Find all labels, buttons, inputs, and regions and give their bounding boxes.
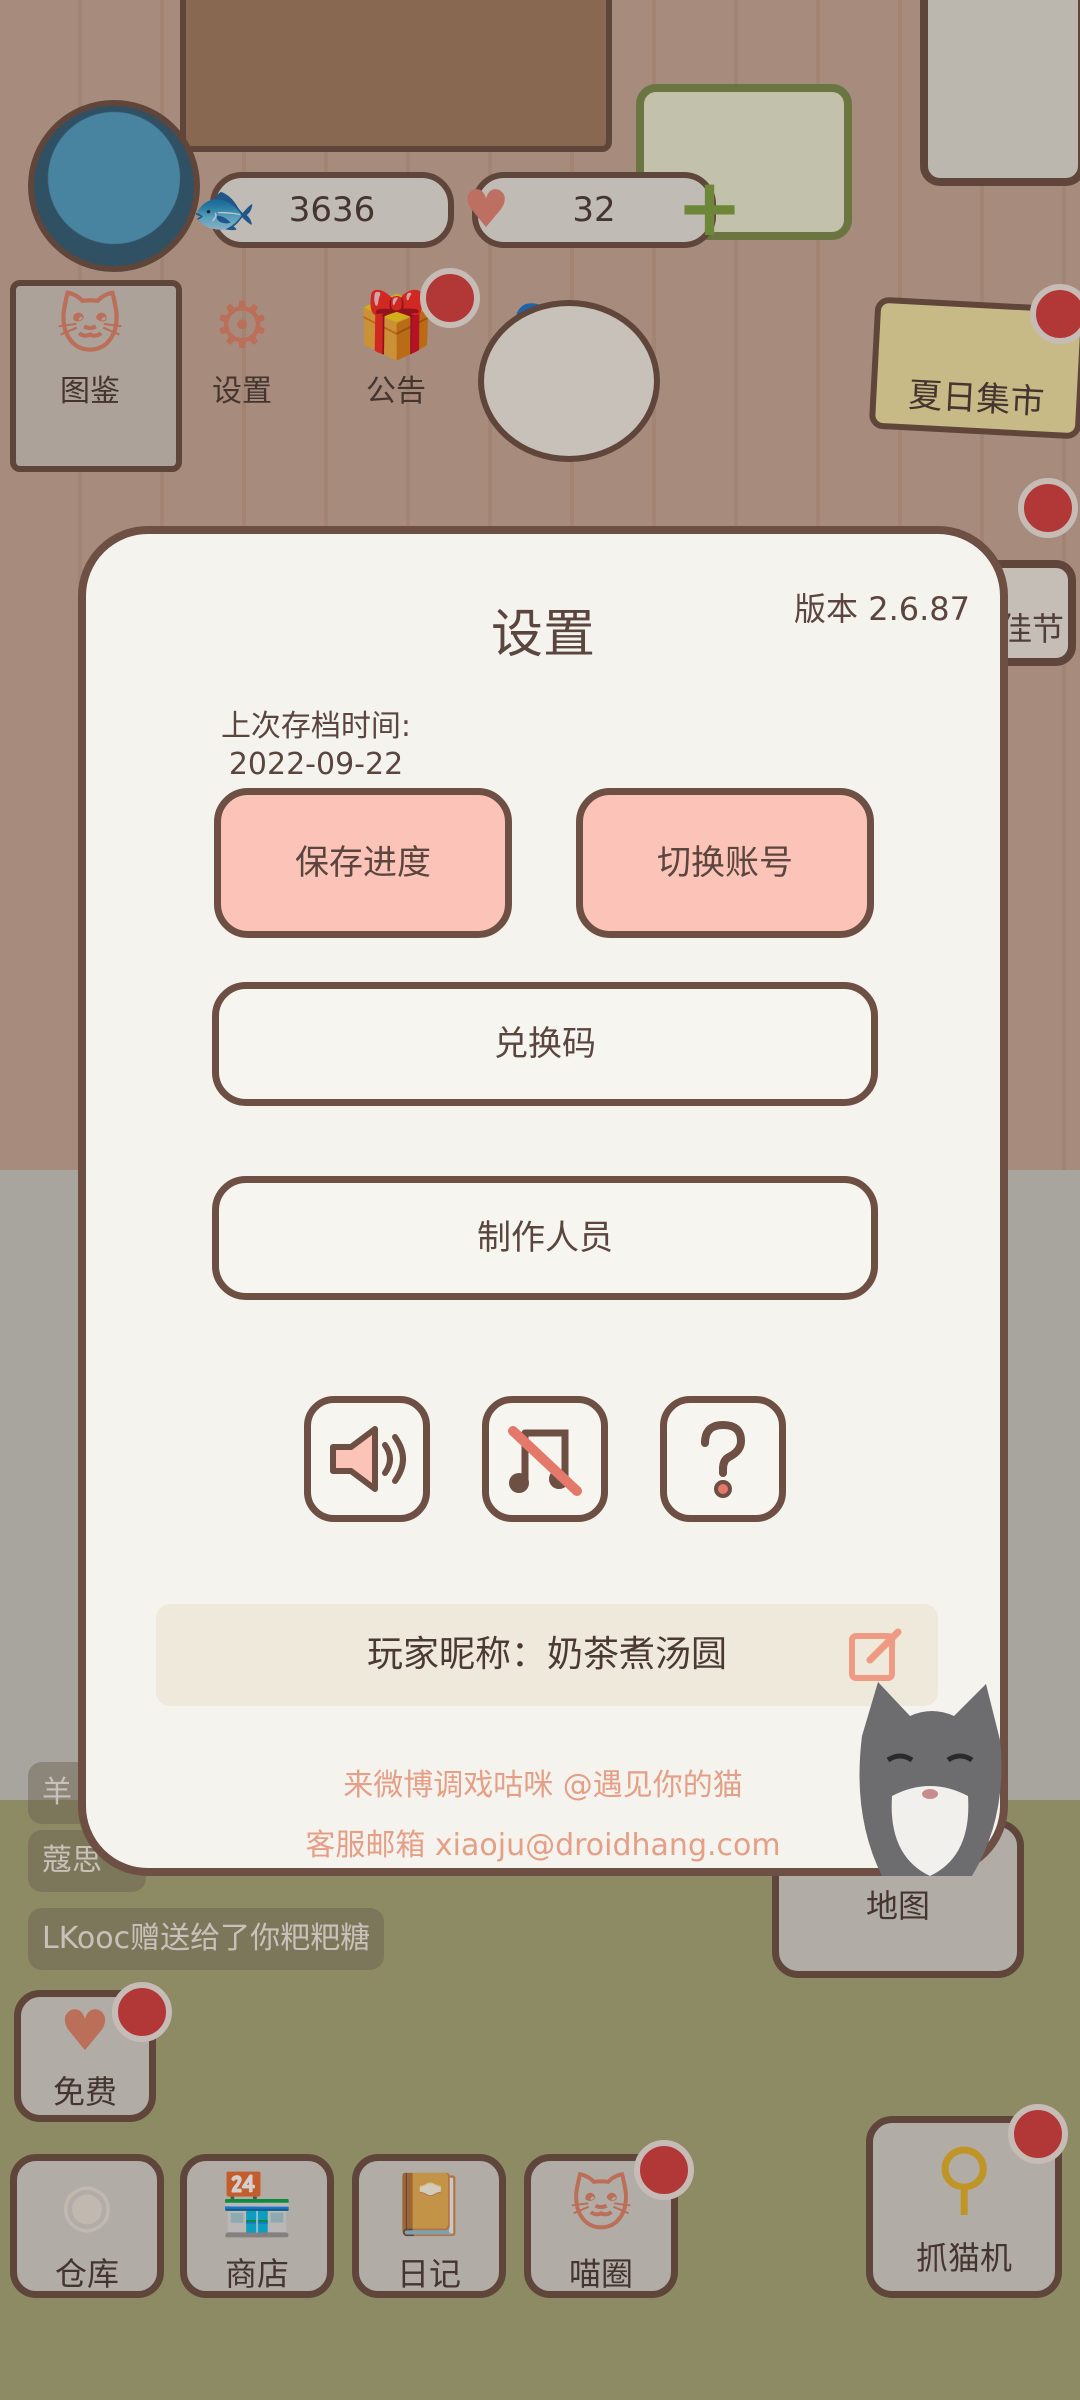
nickname-field: 玩家昵称：奶茶煮汤圆 — [156, 1604, 938, 1706]
last-save-label: 上次存档时间: — [220, 709, 412, 744]
help-icon — [701, 1420, 746, 1498]
credits-button[interactable]: 制作人员 — [212, 1176, 878, 1300]
redeem-code-button[interactable]: 兑换码 — [212, 982, 878, 1106]
music-toggle-button[interactable] — [482, 1396, 608, 1522]
sound-toggle-button[interactable] — [304, 1396, 430, 1522]
music-off-icon — [508, 1426, 582, 1496]
help-button[interactable] — [660, 1396, 786, 1522]
sound-on-icon — [330, 1426, 406, 1492]
cat-mascot — [852, 1676, 1008, 1876]
save-progress-button[interactable]: 保存进度 — [214, 788, 512, 938]
nickname-text: 玩家昵称：奶茶煮汤圆 — [366, 1634, 727, 1675]
settings-dialog: 设置 版本 2.6.87 上次存档时间: 2022-09-22 10:14 保存… — [78, 526, 1008, 1876]
switch-account-button[interactable]: 切换账号 — [576, 788, 874, 938]
version-label: 版本 2.6.87 — [794, 590, 970, 628]
